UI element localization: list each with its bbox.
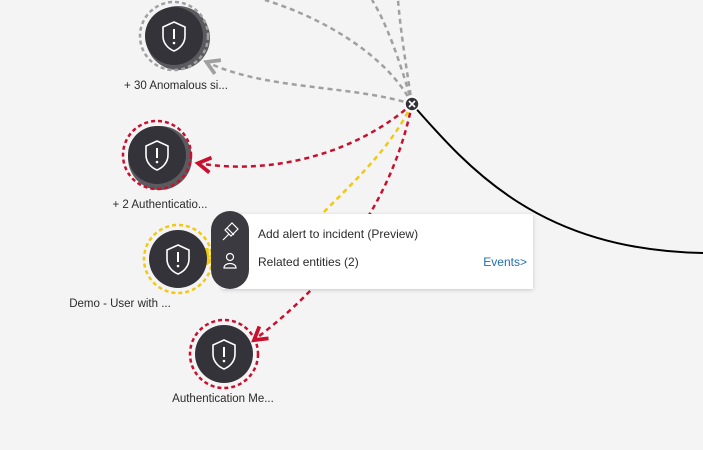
- events-link[interactable]: Events>: [483, 255, 527, 269]
- node-label: Authentication Me...: [172, 393, 274, 405]
- hub-node[interactable]: [404, 96, 420, 112]
- graph-edge-red[interactable]: [194, 103, 413, 174]
- alert-node-anomalous[interactable]: [138, 0, 210, 72]
- graph-edge-gray[interactable]: [396, 0, 414, 105]
- graph-edge-gray[interactable]: [370, 0, 414, 105]
- graph-edge-yellow[interactable]: [321, 103, 414, 215]
- context-menu-icon-rail: [211, 211, 249, 289]
- person-icon[interactable]: [223, 252, 237, 269]
- add-alert-to-incident-item[interactable]: Add alert to incident (Preview): [258, 227, 418, 241]
- alert-node-demo-user[interactable]: [142, 223, 214, 295]
- graph-edge-gray[interactable]: [203, 58, 413, 106]
- related-entities-item[interactable]: Related entities (2): [258, 255, 359, 269]
- context-menu: Add alert to incident (Preview) Related …: [222, 214, 533, 289]
- node-label: + 30 Anomalous si...: [124, 80, 228, 92]
- pin-icon[interactable]: [222, 222, 239, 241]
- node-label: + 2 Authenticatio...: [112, 199, 208, 211]
- alert-node-authentication-method[interactable]: [188, 318, 260, 390]
- node-label: Demo - User with ...: [69, 298, 171, 310]
- alert-node-authentication-group[interactable]: [121, 119, 193, 191]
- graph-edge-gray[interactable]: [264, 0, 414, 105]
